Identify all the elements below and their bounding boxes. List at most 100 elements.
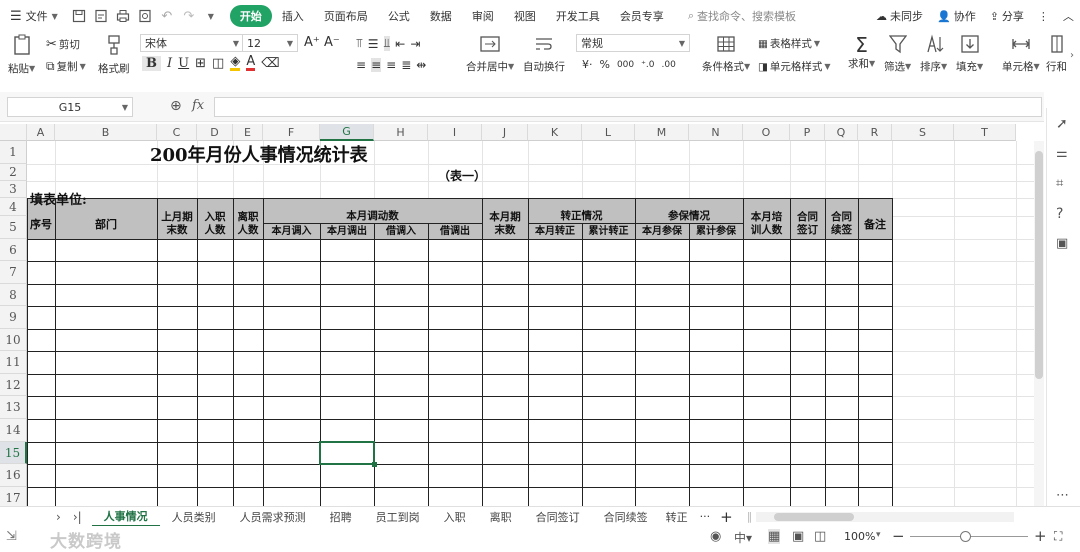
horizontal-scroll-thumb[interactable]: [774, 513, 854, 521]
tab-insert[interactable]: 插入: [272, 8, 314, 24]
cell-fill-icon[interactable]: ◫: [212, 56, 224, 71]
font-color-icon[interactable]: A: [246, 55, 256, 71]
customize-chevron-icon[interactable]: ▼: [202, 7, 220, 25]
formula-input[interactable]: [214, 97, 1042, 117]
column-header[interactable]: O: [743, 124, 790, 141]
fill-button[interactable]: 填充 ▼: [956, 34, 983, 74]
column-header[interactable]: C: [157, 124, 197, 141]
row-col-button[interactable]: 行和: [1046, 34, 1067, 74]
sheet-tab[interactable]: 合同续签: [592, 507, 660, 527]
row-header[interactable]: 16: [0, 464, 27, 487]
sync-status-button[interactable]: ☁ 未同步: [876, 8, 923, 24]
column-header[interactable]: L: [582, 124, 635, 141]
row-header[interactable]: 17: [0, 487, 27, 506]
column-header[interactable]: M: [635, 124, 689, 141]
sheet-tab[interactable]: 招聘: [318, 507, 364, 527]
crop-icon[interactable]: ⌗: [1056, 176, 1063, 191]
select-all-corner[interactable]: [0, 124, 27, 141]
vertical-scroll-thumb[interactable]: [1035, 151, 1043, 379]
zoom-icon[interactable]: ⊕: [170, 98, 182, 114]
sheet-tab[interactable]: 入职: [432, 507, 478, 527]
row-header[interactable]: 11: [0, 351, 27, 374]
row-header[interactable]: 14: [0, 419, 27, 442]
row-header[interactable]: 7: [0, 261, 27, 284]
zoom-in-icon[interactable]: +: [1034, 527, 1047, 545]
column-header[interactable]: R: [858, 124, 892, 141]
percent-icon[interactable]: %: [600, 58, 610, 71]
conditional-format-button[interactable]: 条件格式 ▼: [702, 36, 750, 74]
justify-icon[interactable]: ≣: [401, 58, 411, 72]
column-header[interactable]: K: [528, 124, 582, 141]
help-icon[interactable]: ?: [1056, 206, 1063, 222]
increase-font-icon[interactable]: A⁺: [304, 35, 320, 50]
fullscreen-icon[interactable]: ⛶: [1054, 529, 1062, 544]
align-middle-icon[interactable]: ☰: [368, 37, 379, 51]
distribute-icon[interactable]: ⇹: [416, 58, 426, 72]
tab-page-layout[interactable]: 页面布局: [314, 8, 378, 24]
more-dots-icon[interactable]: ⋯: [1056, 488, 1069, 503]
redo-icon[interactable]: ↷: [180, 7, 198, 25]
column-header[interactable]: E: [233, 124, 263, 141]
sheet-tab[interactable]: 人员类别: [160, 507, 228, 527]
tab-scroll-last-icon[interactable]: ›|: [73, 510, 82, 524]
tab-formulas[interactable]: 公式: [378, 8, 420, 24]
column-header[interactable]: P: [790, 124, 825, 141]
row-header[interactable]: 3: [0, 181, 27, 198]
zoom-chevron-icon[interactable]: ▾: [876, 530, 881, 540]
share-button[interactable]: ⇪ 分享: [990, 8, 1024, 24]
sheet-tab[interactable]: 人事情况: [91, 507, 160, 527]
clear-format-icon[interactable]: ⌫: [261, 56, 279, 71]
cut-button[interactable]: ✂ 剪切: [46, 37, 80, 52]
row-header[interactable]: 8: [0, 284, 27, 306]
row-header[interactable]: 10: [0, 329, 27, 351]
table-style-button[interactable]: ▦ 表格样式 ▼: [758, 36, 820, 51]
row-header[interactable]: 6: [0, 239, 27, 261]
image-icon[interactable]: ▣: [1056, 236, 1068, 251]
zoom-out-icon[interactable]: −: [892, 527, 905, 545]
bold-icon[interactable]: B: [142, 56, 161, 71]
print-icon[interactable]: [114, 7, 132, 25]
decrease-font-icon[interactable]: A⁻: [324, 35, 340, 50]
copy-button[interactable]: ⧉ 复制 ▼: [46, 59, 86, 74]
collaborate-button[interactable]: 👤 协作: [937, 8, 976, 24]
row-header[interactable]: 13: [0, 396, 27, 419]
column-header[interactable]: D: [197, 124, 233, 141]
cell-button[interactable]: 单元格 ▼: [1002, 34, 1040, 74]
eye-protect-icon[interactable]: ◉: [710, 529, 721, 544]
vertical-scrollbar[interactable]: [1034, 141, 1044, 506]
column-header[interactable]: J: [482, 124, 528, 141]
normal-view-icon[interactable]: ▦: [768, 529, 781, 544]
export-pdf-icon[interactable]: [92, 7, 110, 25]
sheet-tab[interactable]: 合同签订: [524, 507, 592, 527]
italic-icon[interactable]: I: [167, 56, 172, 71]
align-left-icon[interactable]: ≡: [356, 58, 366, 72]
sum-button[interactable]: Σ 求和 ▼: [848, 34, 875, 71]
wrap-text-button[interactable]: 自动换行: [523, 36, 565, 74]
function-icon[interactable]: fx: [192, 98, 204, 113]
column-header[interactable]: N: [689, 124, 743, 141]
collapse-ribbon-icon[interactable]: ︿: [1063, 8, 1074, 24]
paste-button[interactable]: 粘贴 ▼: [8, 34, 35, 76]
tab-member[interactable]: 会员专享: [610, 8, 674, 24]
thousands-icon[interactable]: 000: [617, 60, 634, 70]
name-box[interactable]: G15 ▼: [7, 97, 133, 117]
undo-icon[interactable]: ↶: [158, 7, 176, 25]
column-header[interactable]: F: [263, 124, 320, 141]
save-icon[interactable]: [70, 7, 88, 25]
row-header[interactable]: 1: [0, 141, 27, 164]
sheet-tab[interactable]: 离职: [478, 507, 524, 527]
indent-decrease-icon[interactable]: ⇤: [395, 37, 405, 51]
tab-view[interactable]: 视图: [504, 8, 546, 24]
row-header[interactable]: 9: [0, 306, 27, 329]
tab-review[interactable]: 审阅: [462, 8, 504, 24]
font-name-select[interactable]: 宋体 ▼: [140, 34, 244, 52]
align-right-icon[interactable]: ≡: [386, 58, 396, 72]
tab-scroll-next-icon[interactable]: ›: [56, 510, 61, 524]
zoom-slider-handle[interactable]: [960, 531, 971, 542]
column-header[interactable]: A: [27, 124, 55, 141]
merge-center-button[interactable]: 合并居中 ▼: [466, 36, 514, 74]
column-header[interactable]: S: [892, 124, 954, 141]
column-header[interactable]: T: [954, 124, 1016, 141]
command-search[interactable]: ⌕ 查找命令、搜索模板: [688, 8, 796, 24]
tab-home[interactable]: 开始: [229, 5, 272, 27]
